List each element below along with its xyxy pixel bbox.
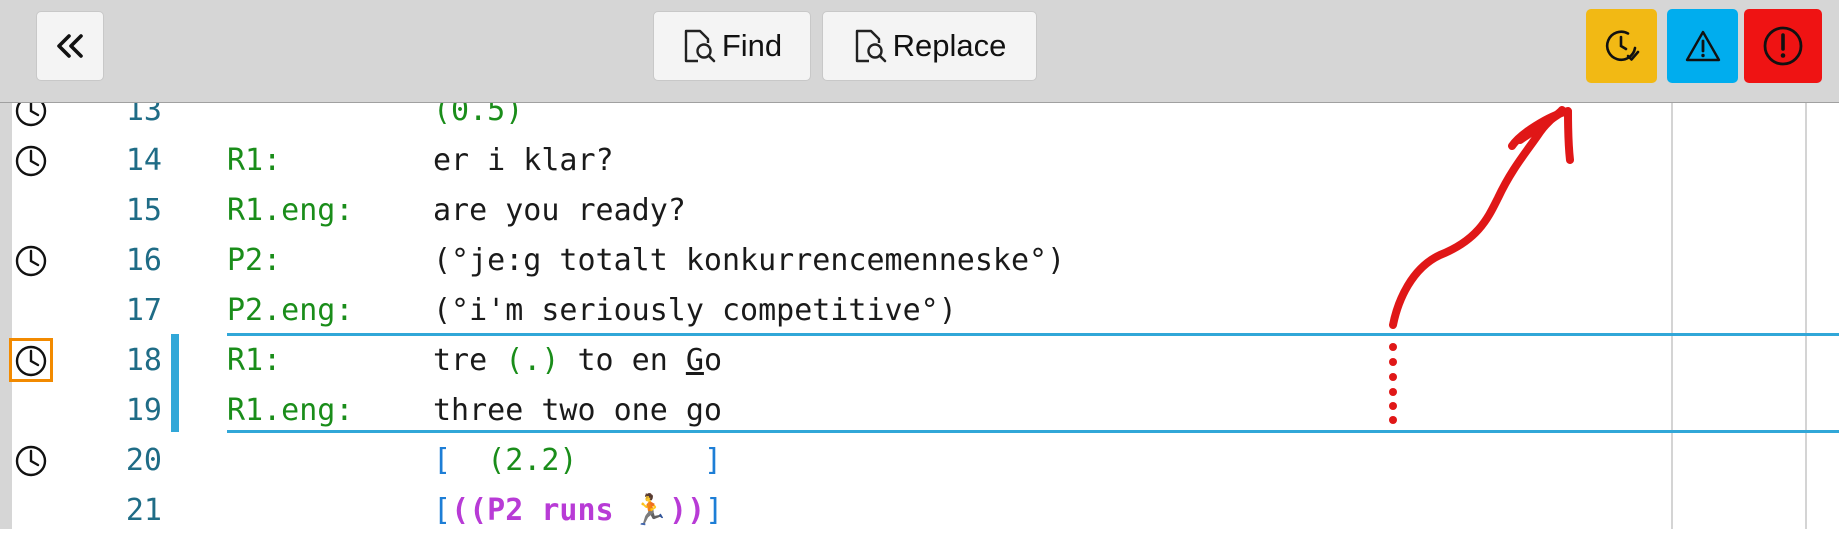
line-number: 15	[125, 193, 162, 228]
document-search-icon	[855, 29, 886, 63]
clock-check-icon	[1605, 30, 1639, 61]
warning-triangle-icon	[1685, 30, 1720, 62]
overlap-open-bracket: [	[433, 443, 452, 478]
transcript-line[interactable]: 20 [ (2.2) ]	[0, 436, 1839, 486]
utterance-segment: o	[703, 343, 722, 378]
line-number: 16	[125, 243, 162, 278]
collapse-sidebar-button[interactable]	[36, 11, 104, 81]
speaker-label: R1.eng:	[227, 393, 354, 428]
speaker-label: R1:	[227, 143, 282, 178]
line-number: 14	[125, 143, 162, 178]
line-number: 17	[125, 293, 162, 328]
clock-icon[interactable]	[14, 144, 48, 178]
transcript-line-selected[interactable]: 18 R1: tre (.) to en Go	[0, 336, 1839, 386]
overlap-open-bracket: [	[433, 493, 452, 528]
overlap-close-bracket: ]	[703, 443, 722, 478]
utterance-text[interactable]: are you ready?	[433, 186, 686, 236]
replace-button[interactable]: Replace	[822, 11, 1037, 81]
speaker-label: P2:	[227, 243, 282, 278]
running-person-icon: 🏃	[631, 493, 670, 528]
utterance-text[interactable]: er i klar?	[433, 136, 614, 186]
utterance-text[interactable]: (°i'm seriously competitive°)	[433, 286, 957, 336]
clock-icon[interactable]	[14, 444, 48, 478]
transcript-line[interactable]: 17 P2.eng: (°i'm seriously competitive°)	[0, 286, 1839, 336]
speaker-label: R1:	[227, 343, 282, 378]
document-search-icon	[684, 29, 716, 63]
timed-pause: (2.2)	[487, 443, 578, 478]
utterance-text[interactable]: (°je:g totalt konkurrencemenneske°)	[433, 236, 1065, 286]
line-number: 20	[125, 443, 162, 478]
find-button-label: Find	[721, 28, 783, 63]
find-button[interactable]: Find	[653, 11, 811, 81]
transcript-line-selected[interactable]: 19 R1.eng: three two one go	[0, 386, 1839, 436]
errors-button[interactable]	[1744, 9, 1822, 83]
transcript-line[interactable]: 14 R1: er i klar?	[0, 136, 1839, 186]
toolbar: Find Replace	[0, 0, 1839, 103]
micro-pause: (.)	[505, 343, 560, 378]
warnings-button[interactable]	[1667, 9, 1738, 83]
utterance-segment: tre	[433, 343, 506, 378]
action-description-end: ))	[669, 493, 706, 528]
transcript-line[interactable]: 16 P2: (°je:g totalt konkurrencemenneske…	[0, 236, 1839, 286]
stressed-syllable: G	[685, 343, 704, 378]
clock-icon[interactable]	[14, 244, 48, 278]
error-circle-icon	[1763, 26, 1803, 66]
replace-button-label: Replace	[892, 28, 1007, 63]
utterance-text[interactable]: three two one go	[433, 386, 722, 436]
utterance-text[interactable]: tre (.) to en Go	[433, 336, 722, 386]
action-description: ((P2 runs	[451, 493, 632, 528]
line-number: 19	[125, 393, 162, 428]
speaker-label: P2.eng:	[227, 293, 354, 328]
overlap-close-bracket: ]	[705, 493, 724, 528]
utterance-text[interactable]: [ (2.2) ]	[433, 436, 722, 486]
double-chevron-left-icon	[57, 34, 83, 58]
clock-icon[interactable]	[14, 344, 48, 378]
utterance-segment: to en	[559, 343, 686, 378]
timing-issues-button[interactable]	[1586, 9, 1657, 83]
transcript-line[interactable]: 15 R1.eng: are you ready?	[0, 186, 1839, 236]
line-number: 18	[125, 343, 162, 378]
speaker-label: R1.eng:	[227, 193, 354, 228]
